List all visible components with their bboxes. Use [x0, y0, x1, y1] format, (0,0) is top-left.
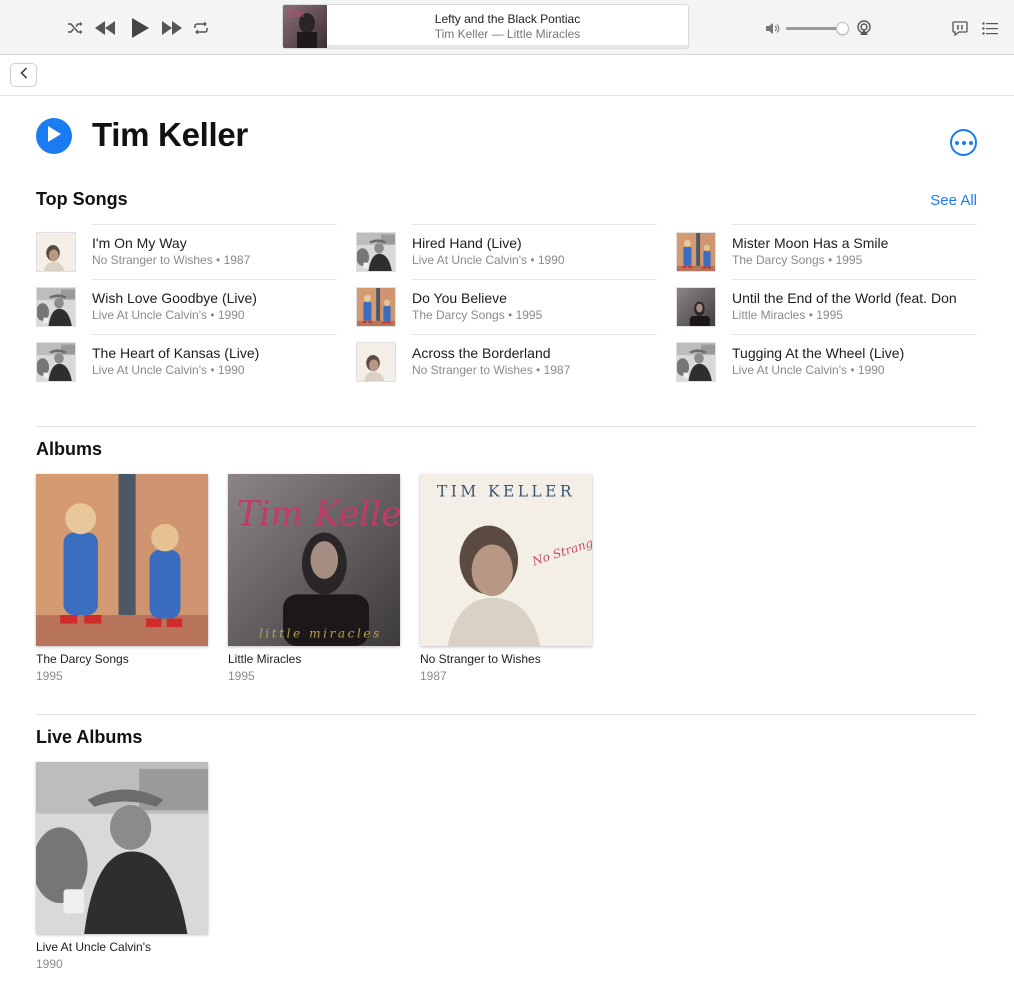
song-title: Tugging At the Wheel (Live) [732, 345, 905, 361]
song-row[interactable]: Until the End of the World (feat. Don Lit… [676, 279, 977, 334]
section-divider [36, 714, 977, 715]
section-divider [36, 426, 977, 427]
album-cover[interactable]: TIM KELLER No Stranger to Wishes [420, 474, 592, 646]
fast-forward-icon[interactable] [160, 19, 184, 37]
row-separator [731, 279, 977, 280]
rewind-icon[interactable] [93, 19, 117, 37]
song-meta[interactable]: No Stranger to Wishes • 1987 [92, 253, 250, 267]
song-row[interactable]: Mister Moon Has a Smile The Darcy Songs •… [676, 224, 977, 279]
album-cover[interactable] [36, 762, 208, 934]
play-artist-button[interactable] [36, 118, 72, 154]
song-meta[interactable]: The Darcy Songs • 1995 [412, 308, 542, 322]
album-title[interactable]: Live At Uncle Calvin's [36, 940, 208, 954]
song-artwork [36, 232, 76, 272]
repeat-icon[interactable] [192, 19, 210, 37]
song-row[interactable]: Across the Borderland No Stranger to Wish… [356, 334, 657, 389]
song-artwork [356, 287, 396, 327]
more-options-button[interactable] [950, 129, 977, 156]
album-card[interactable]: Tim Keller little miracles Little Miracl… [228, 474, 400, 683]
album-title[interactable]: The Darcy Songs [36, 652, 208, 666]
album-card[interactable]: Live At Uncle Calvin's 1990 [36, 762, 208, 971]
song-title: Hired Hand (Live) [412, 235, 522, 251]
album-card[interactable]: TIM KELLER No Stranger to Wishes No Stra… [420, 474, 592, 683]
lyrics-icon[interactable] [951, 19, 969, 37]
song-meta[interactable]: No Stranger to Wishes • 1987 [412, 363, 570, 377]
song-title: The Heart of Kansas (Live) [92, 345, 260, 361]
album-year: 1987 [420, 669, 447, 683]
album-year: 1995 [228, 669, 255, 683]
row-separator [411, 224, 657, 225]
playback-progress-bar[interactable] [327, 45, 688, 48]
song-row[interactable]: The Heart of Kansas (Live) Live At Uncle … [36, 334, 337, 389]
top-songs-heading: Top Songs [36, 189, 128, 209]
song-meta[interactable]: Live At Uncle Calvin's • 1990 [92, 363, 245, 377]
see-all-link[interactable]: See All [900, 192, 977, 209]
shuffle-icon[interactable] [66, 19, 84, 37]
live-albums-heading: Live Albums [36, 727, 143, 747]
ellipsis-icon [954, 140, 959, 145]
song-row[interactable]: I'm On My Way No Stranger to Wishes • 198… [36, 224, 337, 279]
song-artwork [356, 232, 396, 272]
row-separator [731, 224, 977, 225]
song-meta[interactable]: Live At Uncle Calvin's • 1990 [92, 308, 245, 322]
song-title: Do You Believe [412, 290, 507, 306]
play-icon[interactable] [129, 17, 151, 39]
song-title: Wish Love Goodbye (Live) [92, 290, 257, 306]
volume-slider-knob[interactable] [836, 22, 849, 35]
now-playing-display[interactable]: Tim Lefty and the Black Pontiac Tim Kell… [282, 4, 689, 49]
row-separator [411, 279, 657, 280]
svg-text:little miracles: little miracles [259, 626, 382, 640]
albums-heading: Albums [36, 439, 103, 459]
song-meta[interactable]: Live At Uncle Calvin's • 1990 [732, 363, 885, 377]
now-playing-subtitle: Tim Keller — Little Miracles [434, 27, 581, 41]
row-separator [91, 279, 337, 280]
album-cover[interactable] [36, 474, 208, 646]
song-title: I'm On My Way [92, 235, 187, 251]
song-title: Across the Borderland [412, 345, 551, 361]
row-separator [91, 224, 337, 225]
song-meta[interactable]: Live At Uncle Calvin's • 1990 [412, 253, 565, 267]
album-year: 1990 [36, 957, 63, 971]
row-separator [731, 334, 977, 335]
song-artwork [36, 342, 76, 382]
song-artwork [36, 287, 76, 327]
ellipsis-dot [968, 140, 973, 145]
song-artwork [676, 287, 716, 327]
airplay-icon[interactable] [855, 19, 873, 37]
song-row[interactable]: Do You Believe The Darcy Songs • 1995 [356, 279, 657, 334]
now-playing-artwork: Tim [283, 5, 327, 48]
song-title: Until the End of the World (feat. Don [732, 290, 957, 306]
volume-low-icon [764, 20, 780, 36]
ellipsis-dot [961, 140, 966, 145]
volume-slider[interactable] [786, 27, 842, 30]
svg-text:Tim Keller: Tim Keller [237, 495, 400, 535]
now-playing-title: Lefty and the Black Pontiac [434, 12, 581, 26]
album-title[interactable]: No Stranger to Wishes [420, 652, 592, 666]
album-card[interactable]: The Darcy Songs 1995 [36, 474, 208, 683]
row-separator [411, 334, 657, 335]
play-icon [46, 125, 62, 148]
album-year: 1995 [36, 669, 63, 683]
song-artwork [676, 342, 716, 382]
song-row[interactable]: Tugging At the Wheel (Live) Live At Uncle… [676, 334, 977, 389]
svg-text:Tim: Tim [287, 10, 304, 20]
playback-toolbar: Tim Lefty and the Black Pontiac Tim Kell… [0, 0, 1014, 55]
back-button[interactable] [10, 63, 37, 87]
song-title: Mister Moon Has a Smile [732, 235, 889, 251]
row-separator [91, 334, 337, 335]
album-cover[interactable]: Tim Keller little miracles [228, 474, 400, 646]
svg-text:TIM KELLER: TIM KELLER [437, 482, 575, 500]
song-meta[interactable]: Little Miracles • 1995 [732, 308, 843, 322]
artist-name: Tim Keller [92, 116, 248, 153]
song-row[interactable]: Hired Hand (Live) Live At Uncle Calvin's … [356, 224, 657, 279]
chevron-left-icon [19, 66, 28, 84]
song-meta[interactable]: The Darcy Songs • 1995 [732, 253, 862, 267]
song-artwork [676, 232, 716, 272]
song-row[interactable]: Wish Love Goodbye (Live) Live At Uncle Ca… [36, 279, 337, 334]
up-next-list-icon[interactable] [981, 19, 999, 37]
album-title[interactable]: Little Miracles [228, 652, 400, 666]
navigation-bar [0, 55, 1014, 96]
song-artwork [356, 342, 396, 382]
